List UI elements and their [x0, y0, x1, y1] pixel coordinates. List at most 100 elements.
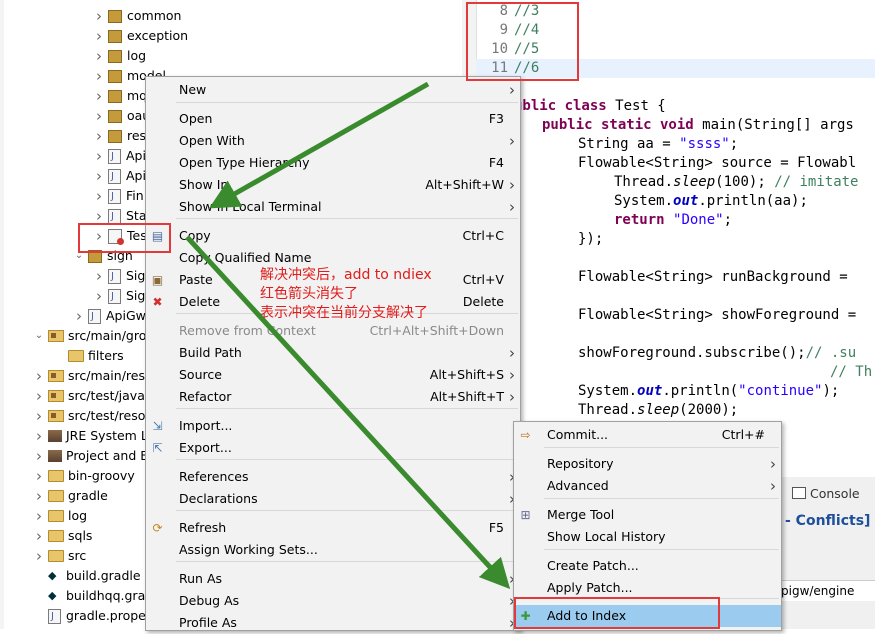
- tree-item-7[interactable]: › res: [92, 126, 146, 146]
- tab-console[interactable]: Console: [792, 486, 860, 501]
- code-line-println: System.out.println(aa);: [614, 193, 808, 209]
- chevron-right-icon[interactable]: ›: [32, 386, 46, 406]
- chevron-right-icon[interactable]: ›: [92, 186, 106, 206]
- tree-item-30[interactable]: ◆ buildhqq.gra: [32, 586, 145, 606]
- tree-item-14[interactable]: › Sig: [92, 266, 145, 287]
- menu-item-refresh[interactable]: ⟳ Refresh F5: [146, 517, 520, 539]
- menu-item-open-type-hierarchy[interactable]: Open Type Hierarchy F4: [146, 152, 520, 174]
- tree-item-27[interactable]: › sqls: [32, 526, 92, 546]
- submenu-item-apply-patch[interactable]: Apply Patch...: [514, 577, 781, 599]
- tree-item-28[interactable]: › src: [32, 546, 86, 566]
- tree-item-9[interactable]: › Api: [92, 166, 146, 187]
- tree-item-31[interactable]: gradle.prope: [32, 606, 146, 627]
- menu-item-remove-from-context[interactable]: Remove from Context Ctrl+Alt+Shift+Down: [146, 320, 520, 342]
- submenu-item-advanced[interactable]: Advanced ›: [514, 475, 781, 497]
- chevron-right-icon[interactable]: ›: [92, 86, 106, 106]
- java-file-icon: [108, 287, 121, 307]
- chevron-right-icon[interactable]: ›: [92, 126, 106, 146]
- tree-item-23[interactable]: › Project and E: [32, 446, 148, 466]
- submenu-item-create-patch[interactable]: Create Patch...: [514, 555, 781, 577]
- menu-item-label: Declarations: [179, 491, 258, 506]
- chevron-right-icon[interactable]: ›: [32, 526, 46, 546]
- menu-item-build-path[interactable]: Build Path ›: [146, 342, 520, 364]
- submenu-item-label: Merge Tool: [547, 507, 615, 522]
- tree-item-3[interactable]: › log: [92, 46, 146, 66]
- tree-item-21[interactable]: › src/test/reso: [32, 406, 145, 426]
- tree-item-10[interactable]: › Fin: [92, 186, 144, 207]
- tree-item-6[interactable]: › oau: [92, 106, 150, 126]
- chevron-right-icon[interactable]: ›: [32, 466, 46, 486]
- folder-icon: [48, 510, 64, 522]
- tree-item-19[interactable]: › src/main/reso: [32, 366, 153, 386]
- code-class-decl: ublic class Test {: [514, 98, 666, 114]
- chevron-right-icon[interactable]: ›: [32, 446, 46, 466]
- chevron-right-icon[interactable]: ›: [92, 146, 106, 166]
- submenu-item-show-local-history[interactable]: Show Local History: [514, 526, 781, 548]
- menu-item-show-in[interactable]: Show In Alt+Shift+W ›: [146, 174, 520, 196]
- chevron-right-icon[interactable]: ›: [92, 106, 106, 126]
- chevron-right-icon[interactable]: ›: [32, 506, 46, 526]
- menu-item-export[interactable]: ⇱ Export...: [146, 437, 520, 459]
- tree-item-25[interactable]: › gradle: [32, 486, 108, 506]
- tree-item-label: common: [127, 8, 182, 23]
- chevron-right-icon[interactable]: ›: [92, 6, 106, 26]
- tree-item-16[interactable]: › ApiGw: [72, 306, 146, 327]
- export-icon: ⇱: [152, 441, 163, 455]
- menu-item-label: Export...: [179, 440, 232, 455]
- menu-item-label: Refresh: [179, 520, 227, 535]
- menu-separator: [176, 510, 518, 511]
- tree-item-24[interactable]: › bin-groovy: [32, 466, 135, 486]
- menu-item-profile-as[interactable]: Profile As ›: [146, 612, 520, 634]
- menu-item-shortcut: Ctrl+C: [462, 228, 504, 243]
- menu-item-debug-as[interactable]: Debug As ›: [146, 590, 520, 612]
- tree-item-22[interactable]: › JRE System L: [32, 426, 148, 446]
- menu-item-new[interactable]: New ›: [146, 79, 520, 101]
- tree-item-1[interactable]: › common: [92, 6, 181, 26]
- tree-item-2[interactable]: › exception: [92, 26, 188, 46]
- tree-item-26[interactable]: › log: [32, 506, 87, 526]
- tree-item-29[interactable]: ◆ build.gradle: [32, 566, 141, 586]
- chevron-right-icon[interactable]: ›: [92, 46, 106, 66]
- gradle-icon: ◆: [48, 589, 57, 602]
- menu-item-refactor[interactable]: Refactor Alt+Shift+T ›: [146, 386, 520, 408]
- tree-item-label: Api: [126, 148, 146, 163]
- chevron-right-icon[interactable]: ›: [92, 26, 106, 46]
- chevron-right-icon[interactable]: ›: [32, 406, 46, 426]
- menu-item-shortcut: Alt+Shift+S: [429, 367, 504, 382]
- delete-icon: ✖: [152, 295, 163, 309]
- chevron-right-icon[interactable]: ›: [32, 366, 46, 386]
- menu-item-copy[interactable]: ▤ Copy Ctrl+C: [146, 225, 520, 247]
- tree-item-18[interactable]: filters: [52, 346, 124, 366]
- folder-icon: [68, 350, 84, 362]
- submenu-item-commit[interactable]: ⇨ Commit... Ctrl+#: [514, 424, 781, 446]
- menu-item-run-as[interactable]: Run As ›: [146, 568, 520, 590]
- menu-item-references[interactable]: References ›: [146, 466, 520, 488]
- chevron-right-icon[interactable]: ›: [92, 66, 106, 86]
- chevron-right-icon[interactable]: ›: [72, 306, 86, 326]
- menu-item-open[interactable]: Open F3: [146, 108, 520, 130]
- submenu-item-merge-tool[interactable]: ⊞ Merge Tool: [514, 504, 781, 526]
- submenu-item-repository[interactable]: Repository ›: [514, 453, 781, 475]
- menu-item-source[interactable]: Source Alt+Shift+S ›: [146, 364, 520, 386]
- menu-item-assign-working-sets[interactable]: Assign Working Sets...: [146, 539, 520, 561]
- chevron-right-icon[interactable]: ›: [32, 546, 46, 566]
- tree-item-17[interactable]: ⌄ src/main/gro: [32, 326, 147, 346]
- chevron-right-icon[interactable]: ›: [92, 286, 106, 306]
- tree-item-5[interactable]: › mq: [92, 86, 147, 106]
- tree-item-20[interactable]: › src/test/java: [32, 386, 145, 406]
- menu-item-open-with[interactable]: Open With ›: [146, 130, 520, 152]
- chevron-right-icon[interactable]: ›: [32, 426, 46, 446]
- menu-separator: [176, 408, 518, 409]
- package-icon: [108, 49, 122, 63]
- chevron-right-icon[interactable]: ›: [92, 266, 106, 286]
- menu-item-import[interactable]: ⇲ Import...: [146, 415, 520, 437]
- chevron-down-icon[interactable]: ⌄: [32, 326, 46, 346]
- tree-item-15[interactable]: › Sig: [92, 286, 145, 307]
- menu-item-declarations[interactable]: Declarations ›: [146, 488, 520, 510]
- menu-item-show-in-local-terminal[interactable]: Show In Local Terminal ›: [146, 196, 520, 218]
- tree-item-8[interactable]: › Api: [92, 146, 146, 167]
- chevron-right-icon[interactable]: ›: [92, 166, 106, 186]
- submenu-item-label: Commit...: [547, 427, 609, 442]
- chevron-right-icon[interactable]: ›: [32, 486, 46, 506]
- java-file-icon: [108, 167, 121, 187]
